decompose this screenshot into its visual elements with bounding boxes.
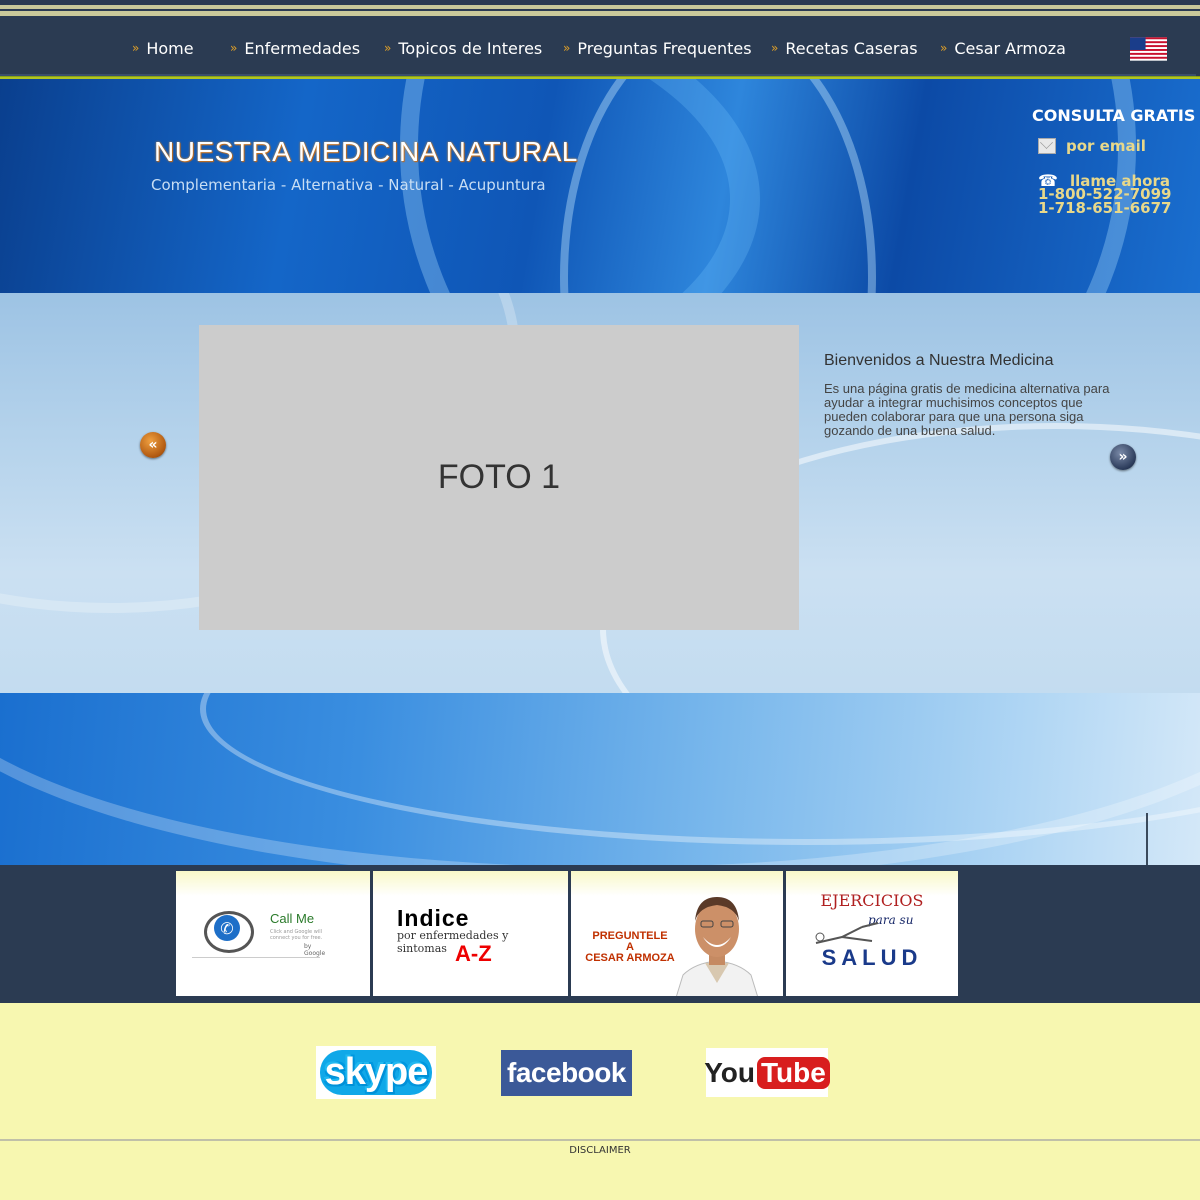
skype-logo: skype: [324, 1051, 429, 1093]
ejercicios-title: EJERCICIOS: [820, 891, 924, 910]
ejercicios-banner[interactable]: EJERCICIOS para su SALUD: [786, 871, 958, 996]
doctor-portrait: [676, 897, 758, 996]
double-chevron-right-icon: »: [940, 41, 948, 55]
email-link[interactable]: por email: [1038, 137, 1146, 155]
banner-strip: ✆ Call Me Click and Google will connect …: [0, 865, 1200, 1003]
ejercicios-salud: SALUD: [821, 945, 923, 970]
call-me-widget: ✆ Call Me Click and Google will connect …: [192, 907, 325, 958]
indice-title: Indice: [397, 905, 470, 931]
site-subtitle: Complementaria - Alternativa - Natural -…: [151, 176, 546, 194]
call-me-description: Click and Google will connect you for fr…: [270, 929, 323, 941]
double-chevron-right-icon: »: [230, 41, 238, 55]
call-me-title: Call Me: [270, 911, 315, 926]
consulta-heading: CONSULTA GRATIS: [1032, 106, 1196, 125]
nav-label: Enfermedades: [244, 38, 361, 58]
nav-label: Topicos de Interes: [398, 38, 543, 58]
nav-cesar-armoza[interactable]: » Cesar Armoza: [940, 36, 1066, 60]
slideshow: FOTO 1 Bienvenidos a Nuestra Medicina Es…: [0, 293, 1200, 693]
slide-photo[interactable]: FOTO 1: [199, 325, 799, 630]
nav-recetas[interactable]: » Recetas Caseras: [771, 36, 918, 60]
site-title: NUESTRA MEDICINA NATURAL: [154, 136, 578, 167]
preguntele-line3: CESAR ARMOZA: [585, 952, 675, 964]
phone-number-2[interactable]: 1-718-651-6677: [1038, 199, 1171, 217]
nav-enfermedades[interactable]: » Enfermedades: [230, 36, 360, 60]
slide-title: Bienvenidos a Nuestra Medicina: [824, 352, 1054, 369]
nav-label: Recetas Caseras: [785, 38, 918, 58]
indice-banner[interactable]: Indice por enfermedades y sintomas A-Z: [373, 871, 568, 996]
double-chevron-right-icon: »: [132, 41, 140, 55]
nav-preguntas[interactable]: » Preguntas Frequentes: [563, 36, 752, 60]
double-chevron-right-icon: »: [771, 41, 779, 55]
youtube-tube: Tube: [757, 1056, 830, 1089]
preguntele-text: PREGUNTELE A CESAR ARMOZA: [575, 931, 685, 964]
youtube-link[interactable]: You Tube: [704, 1048, 830, 1097]
exercise-figure-icon: [815, 922, 879, 944]
main-nav: » Home » Enfermedades » Topicos de Inter…: [0, 20, 1200, 77]
nav-topicos[interactable]: » Topicos de Interes: [384, 36, 542, 60]
nav-label: Cesar Armoza: [954, 38, 1066, 58]
header-swirl: [560, 79, 876, 293]
disclaimer-link[interactable]: DISCLAIMER: [0, 1145, 1200, 1156]
call-me-by: by Google: [304, 943, 326, 957]
double-chevron-left-icon: «: [148, 437, 158, 453]
skype-link[interactable]: skype: [316, 1046, 436, 1099]
decorative-band: [0, 693, 1200, 865]
youtube-you: You: [704, 1056, 755, 1088]
nav-home[interactable]: » Home: [132, 36, 194, 60]
indice-az: A-Z: [455, 941, 492, 966]
mail-icon: [1038, 138, 1056, 154]
facebook-link[interactable]: facebook: [501, 1050, 632, 1096]
preguntele-banner[interactable]: PREGUNTELE A CESAR ARMOZA: [571, 871, 783, 996]
site-header: NUESTRA MEDICINA NATURAL Complementaria …: [0, 79, 1200, 293]
call-me-banner[interactable]: ✆ Call Me Click and Google will connect …: [176, 871, 370, 996]
email-label: por email: [1066, 137, 1146, 155]
prev-slide-button[interactable]: «: [140, 432, 166, 458]
nav-label: Home: [146, 38, 194, 58]
footer-divider: [0, 1139, 1200, 1141]
slide-text: Es una página gratis de medicina alterna…: [824, 381, 1110, 438]
phone-icon: ✆: [214, 915, 240, 941]
double-chevron-right-icon: »: [384, 41, 392, 55]
us-flag-icon[interactable]: [1130, 37, 1167, 61]
nav-label: Preguntas Frequentes: [577, 38, 752, 58]
next-slide-button[interactable]: »: [1110, 444, 1138, 470]
top-stripe: [0, 0, 1200, 20]
double-chevron-right-icon: »: [563, 41, 571, 55]
double-chevron-right-icon: »: [1118, 449, 1128, 465]
